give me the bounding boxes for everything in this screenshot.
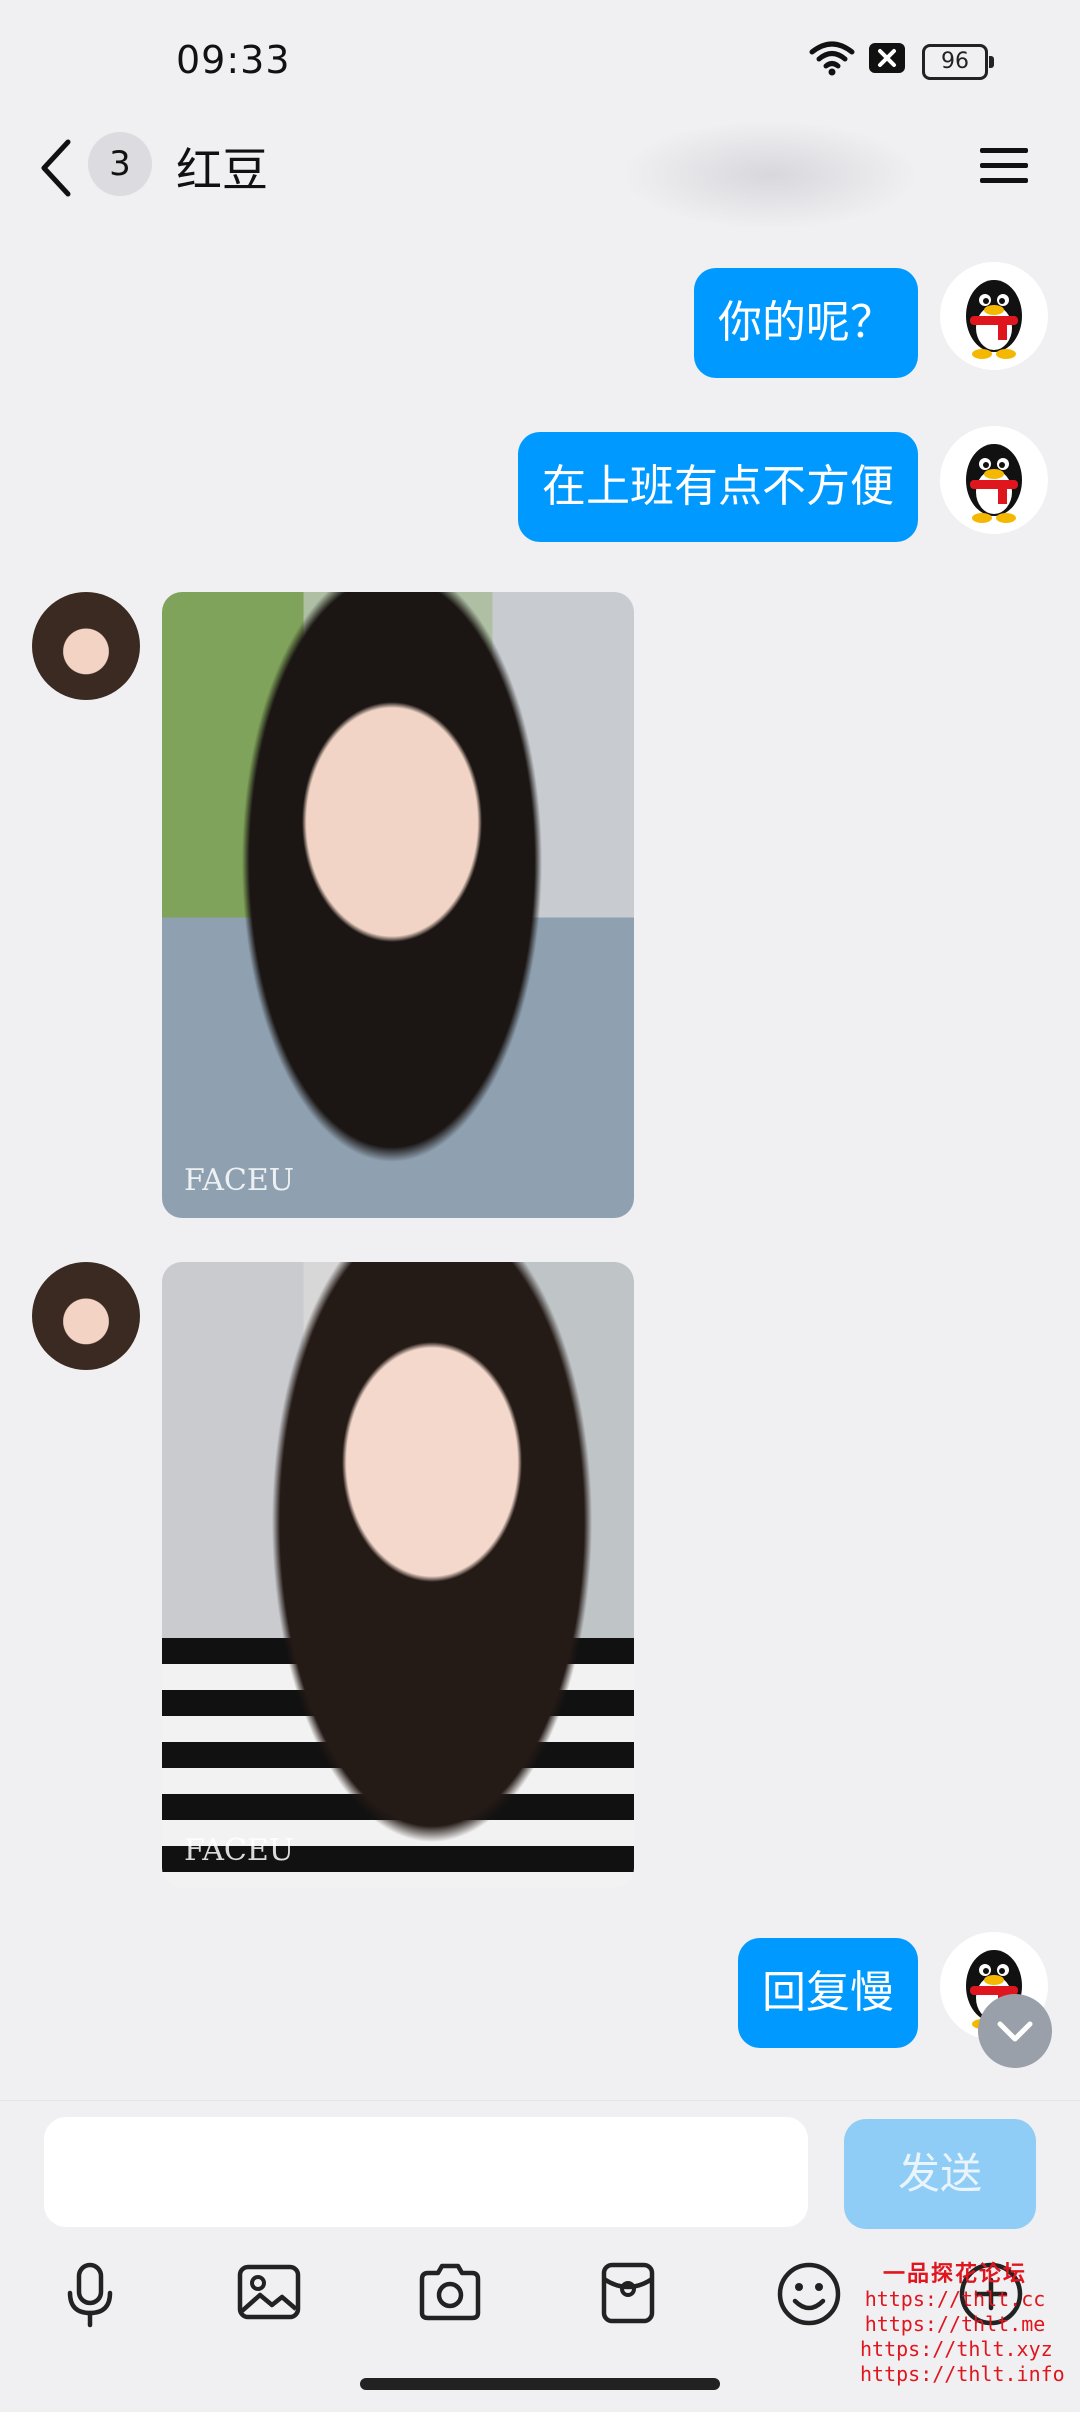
penguin-avatar-icon [966, 444, 1022, 523]
message-bubble-outgoing[interactable]: 在上班有点不方便 [518, 432, 918, 542]
microphone-icon[interactable] [62, 2261, 118, 2329]
blocked-notification-icon [869, 43, 905, 73]
message-bubble-outgoing[interactable]: 回复慢 [738, 1938, 918, 2048]
chat-header: 3 红豆 [0, 120, 1080, 230]
watermark-url: https://thlt.cc [864, 2287, 1046, 2311]
menu-icon[interactable] [978, 144, 1030, 188]
message-bubble-outgoing[interactable]: 你的呢？ [694, 268, 918, 378]
received-photo[interactable]: FACEU [162, 592, 634, 1218]
message-input[interactable] [44, 2117, 808, 2227]
chevron-down-icon [997, 2021, 1033, 2042]
scroll-to-bottom-button[interactable] [978, 1994, 1052, 2068]
watermark-url: https://thlt.xyz [860, 2337, 1053, 2361]
photo-watermark: FACEU [184, 1163, 295, 1198]
chat-screen: 09:33 96 3 红豆 你的呢？ 在上班有点不方便 FACEU FACEU … [0, 0, 1080, 2412]
home-indicator[interactable] [360, 2378, 720, 2390]
status-bar: 09:33 96 [0, 0, 1080, 120]
watermark-title: 一品探花论坛 [882, 2262, 1027, 2287]
battery-indicator: 96 [922, 44, 994, 80]
watermark-url: https://thlt.me [864, 2312, 1046, 2336]
contact-name: 红豆 [176, 143, 268, 197]
my-avatar[interactable] [940, 426, 1048, 534]
send-button[interactable]: 发送 [844, 2119, 1036, 2229]
contact-avatar[interactable] [32, 592, 140, 700]
my-avatar[interactable] [940, 262, 1048, 370]
unread-count-badge[interactable]: 3 [88, 132, 152, 196]
penguin-avatar-icon [966, 280, 1022, 359]
emoji-icon[interactable] [776, 2261, 842, 2327]
blurred-region [620, 120, 920, 230]
photo-watermark: FACEU [184, 1833, 295, 1868]
red-packet-icon[interactable] [600, 2261, 656, 2325]
back-arrow-icon[interactable] [36, 136, 76, 200]
contact-avatar[interactable] [32, 1262, 140, 1370]
image-icon[interactable] [236, 2261, 302, 2323]
watermark-url: https://thlt.info [860, 2362, 1065, 2386]
camera-icon[interactable] [416, 2261, 484, 2323]
forum-watermark: 一品探花论坛 https://thlt.cc https://thlt.me h… [860, 2262, 1065, 2387]
wifi-icon [809, 41, 855, 76]
status-time: 09:33 [176, 38, 291, 82]
received-photo[interactable]: FACEU [162, 1262, 634, 1888]
